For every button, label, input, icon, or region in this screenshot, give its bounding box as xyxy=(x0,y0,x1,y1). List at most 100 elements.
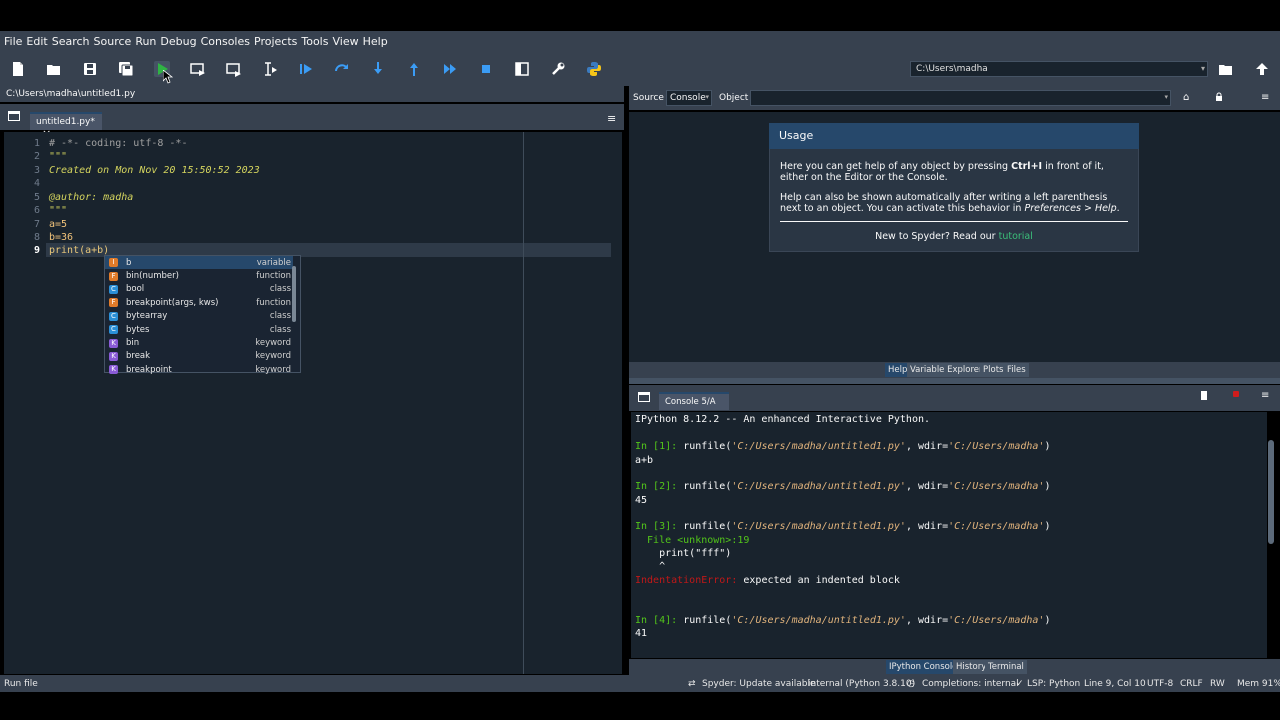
code-editor[interactable] xyxy=(4,132,622,674)
run-wdir: 'C:/Users/madha' xyxy=(948,481,1045,492)
step-return-icon[interactable] xyxy=(406,61,422,77)
error-name: IndentationError: xyxy=(635,575,738,586)
line-number-current: 9 xyxy=(33,245,40,256)
working-directory-combo[interactable]: C:\Users\madha xyxy=(910,61,1208,77)
run-path: 'C:/Users/madha/untitled1.py' xyxy=(731,521,906,532)
browse-tabs-icon[interactable] xyxy=(638,392,650,402)
shortcut-key: Ctrl+I xyxy=(1011,161,1043,172)
new-file-icon[interactable] xyxy=(10,61,26,77)
menu-tools[interactable]: Tools xyxy=(301,35,328,48)
completion-item[interactable]: Kbin keyword xyxy=(105,336,293,349)
run-selection-icon[interactable] xyxy=(262,61,278,77)
menu-file[interactable]: File xyxy=(4,35,22,48)
run-cell-icon[interactable] xyxy=(190,61,206,77)
usage-text: . xyxy=(1116,203,1120,214)
step-into-icon[interactable] xyxy=(370,61,386,77)
tab-ipython-console[interactable]: IPython Console xyxy=(886,660,961,674)
step-over-icon[interactable] xyxy=(334,61,350,77)
menu-consoles[interactable]: Consoles xyxy=(201,35,250,48)
prompt: In [1]: xyxy=(635,441,678,452)
completion-item[interactable]: Cbool class xyxy=(105,283,293,296)
save-icon[interactable] xyxy=(82,61,98,77)
prompt: In [2]: xyxy=(635,481,678,492)
bottom-letterbox xyxy=(0,692,1280,720)
chevron-down-icon: ▾ xyxy=(1164,93,1168,101)
object-combo[interactable]: ▾ xyxy=(750,90,1171,106)
run-call: runfile( xyxy=(683,615,732,626)
tutorial-link[interactable]: tutorial xyxy=(999,231,1033,242)
completion-type-icon: F xyxy=(109,298,118,308)
console-scrollbar[interactable] xyxy=(1268,440,1274,544)
line-number: 6 xyxy=(33,205,40,216)
tab-variable-explorer[interactable]: Variable Explorer xyxy=(907,363,986,377)
completion-item[interactable]: Cbytearray class xyxy=(105,310,293,323)
run-wdir: 'C:/Users/madha' xyxy=(948,615,1045,626)
menu-projects[interactable]: Projects xyxy=(254,35,297,48)
completion-item[interactable]: Fbin(number) function xyxy=(105,269,293,282)
completion-item[interactable]: Kbreak keyword xyxy=(105,350,293,363)
run-cell-advance-icon[interactable] xyxy=(226,61,242,77)
preferences-reference: Preferences > Help xyxy=(1024,203,1117,214)
object-label: Object xyxy=(719,93,749,103)
code-line: a=5 xyxy=(49,219,68,230)
completion-kind: function xyxy=(256,271,291,282)
run-close: ) xyxy=(1044,441,1051,452)
parent-dir-icon[interactable] xyxy=(1254,61,1270,77)
menu-view[interactable]: View xyxy=(332,35,358,48)
traceback-file: File <unknown>:19 xyxy=(635,535,750,546)
completion-kind: variable xyxy=(256,257,291,268)
code-line: b=36 xyxy=(49,232,74,243)
completion-item[interactable]: Ib variable xyxy=(105,256,293,270)
tab-terminal[interactable]: Terminal xyxy=(985,660,1027,674)
browse-tabs-icon[interactable] xyxy=(8,111,20,121)
editor-options-icon[interactable]: ≡ xyxy=(607,112,616,125)
completion-type-icon: I xyxy=(109,258,118,268)
usage-paragraph-2: Help can also be shown automatically aft… xyxy=(780,192,1130,214)
status-memory: Mem 91% xyxy=(1237,679,1280,689)
save-all-icon[interactable] xyxy=(118,61,134,77)
update-icon[interactable]: ⇄ xyxy=(688,679,696,689)
source-combo[interactable]: Console ▾ xyxy=(666,90,712,106)
pane-splitter[interactable] xyxy=(629,378,1280,384)
stop-kernel-icon[interactable] xyxy=(1233,391,1239,397)
tab-console-5a[interactable]: Console 5/A xyxy=(659,392,729,410)
chevron-down-icon[interactable]: ▾ xyxy=(1198,61,1208,77)
tab-untitled1[interactable]: untitled1.py* × xyxy=(30,112,102,140)
source-label: Source xyxy=(633,93,664,103)
status-cursor-position: Line 9, Col 10 xyxy=(1084,679,1146,689)
completion-scrollbar[interactable] xyxy=(292,266,296,322)
maximize-pane-icon[interactable] xyxy=(514,61,530,77)
help-options-icon[interactable]: ≡ xyxy=(1261,92,1269,103)
open-file-icon[interactable] xyxy=(46,61,62,77)
completion-item[interactable]: Kbreakpoint keyword xyxy=(105,363,293,376)
completion-name: bin(number) xyxy=(126,271,179,282)
completion-kind: keyword xyxy=(255,364,291,375)
menu-source[interactable]: Source xyxy=(94,35,132,48)
console-input-4: In [4]: runfile('C:/Users/madha/untitled… xyxy=(635,615,1050,626)
continue-icon[interactable] xyxy=(442,61,458,77)
tab-history[interactable]: History xyxy=(953,660,990,674)
status-interpreter[interactable]: internal (Python 3.8.10) xyxy=(808,679,915,689)
python-path-icon[interactable] xyxy=(586,61,602,77)
console-input-2: In [2]: runfile('C:/Users/madha/untitled… xyxy=(635,481,1050,492)
preferences-icon[interactable] xyxy=(550,61,566,77)
status-update[interactable]: Spyder: Update available xyxy=(702,679,816,689)
menu-run[interactable]: Run xyxy=(135,35,156,48)
completion-item[interactable]: Cbytes class xyxy=(105,323,293,336)
browse-dir-icon[interactable] xyxy=(1218,61,1234,77)
completion-kind: class xyxy=(269,284,291,295)
menu-help[interactable]: Help xyxy=(363,35,388,48)
menu-debug[interactable]: Debug xyxy=(160,35,196,48)
debug-icon[interactable] xyxy=(298,61,314,77)
clear-console-icon[interactable] xyxy=(1201,391,1207,400)
stop-debug-icon[interactable] xyxy=(478,61,494,77)
home-icon[interactable]: ⌂ xyxy=(1183,92,1189,103)
tab-plots[interactable]: Plots xyxy=(980,363,1007,377)
menu-edit[interactable]: Edit xyxy=(26,35,47,48)
menu-search[interactable]: Search xyxy=(52,35,90,48)
tab-files[interactable]: Files xyxy=(1004,363,1029,377)
lock-icon[interactable] xyxy=(1215,92,1223,101)
completion-item[interactable]: Fbreakpoint(args, kws) function xyxy=(105,296,293,309)
console-options-icon[interactable]: ≡ xyxy=(1261,390,1269,401)
completion-kind: keyword xyxy=(255,351,291,362)
